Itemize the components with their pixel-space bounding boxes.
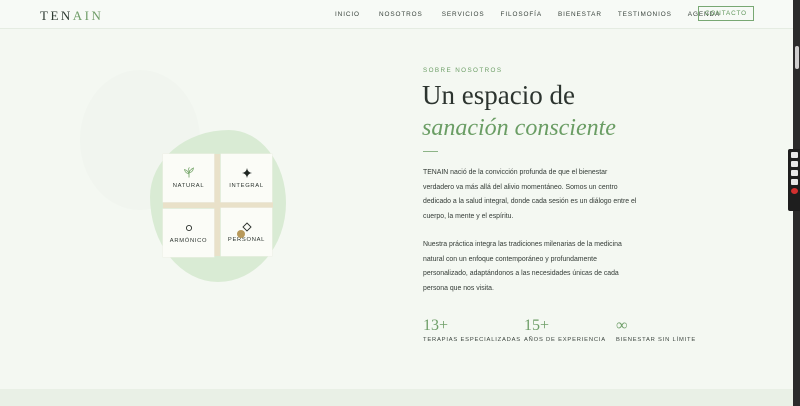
title-divider: [423, 151, 438, 152]
stat-caption: AÑOS DE EXPERIENCIA: [524, 337, 606, 343]
pillar-card-integral: INTEGRAL: [221, 154, 272, 202]
brand-logo[interactable]: TENAIN: [40, 8, 103, 24]
section-title: Un espacio de: [422, 80, 575, 110]
scrollbar-thumb[interactable]: [795, 46, 799, 69]
top-navigation: TENAIN INICIO NOSOTROS SERVICIOS FILOSOF…: [0, 0, 800, 29]
video-icon[interactable]: [790, 161, 798, 167]
leaf-icon: [183, 167, 195, 178]
stat-value: 13+: [423, 317, 449, 334]
circle-icon: [185, 223, 193, 233]
stat-wellbeing: ∞ BIENESTAR SIN LÍMITE: [616, 317, 696, 344]
logo-accent-text: AIN: [72, 8, 104, 23]
section-title-accent: sanación consciente: [422, 115, 616, 141]
stat-value: ∞: [616, 317, 628, 334]
nav-link-nosotros[interactable]: NOSOTROS: [379, 11, 423, 18]
next-section-band: [0, 389, 793, 406]
side-toolbar: [788, 149, 800, 211]
gold-dot-accent: [237, 230, 245, 238]
about-paragraph-1: TENAIN nació de la convicción profunda d…: [423, 169, 637, 221]
nav-link-filosofia[interactable]: FILOSOFÍA: [501, 11, 542, 18]
nav-link-servicios[interactable]: SERVICIOS: [442, 11, 485, 18]
sparkle-icon: [241, 167, 252, 178]
nav-link-inicio[interactable]: INICIO: [335, 11, 360, 18]
nav-link-testimonios[interactable]: TESTIMONIOS: [618, 11, 672, 18]
logo-main-text: TEN: [40, 8, 73, 23]
pillar-card-personal: PERSONAL: [221, 208, 272, 256]
contact-button[interactable]: CONTACTO: [698, 6, 754, 21]
record-icon[interactable]: [790, 188, 798, 194]
pillar-label: INTEGRAL: [229, 182, 264, 189]
window-icon[interactable]: [790, 170, 798, 176]
about-paragraph-2: Nuestra práctica integra las tradiciones…: [423, 241, 622, 293]
stat-therapies: 13+ TERAPIAS ESPECIALIZADAS: [423, 317, 521, 344]
pillar-label: NATURAL: [172, 182, 205, 189]
camera-icon[interactable]: [790, 152, 798, 158]
pillar-label: ARMÓNICO: [169, 237, 208, 244]
pillar-card-armonico: ARMÓNICO: [163, 209, 214, 257]
nav-link-bienestar[interactable]: BIENESTAR: [558, 11, 602, 18]
pillar-card-natural: NATURAL: [163, 154, 214, 202]
stat-value: 15+: [524, 317, 550, 334]
pillar-label: PERSONAL: [227, 236, 266, 243]
nav-links: INICIO NOSOTROS SERVICIOS FILOSOFÍA BIEN…: [335, 11, 720, 18]
stat-caption: BIENESTAR SIN LÍMITE: [616, 337, 696, 343]
section-eyebrow: SOBRE NOSOTROS: [423, 67, 503, 74]
stat-experience: 15+ AÑOS DE EXPERIENCIA: [524, 317, 606, 344]
copy-icon[interactable]: [790, 179, 798, 185]
stat-caption: TERAPIAS ESPECIALIZADAS: [423, 337, 521, 343]
